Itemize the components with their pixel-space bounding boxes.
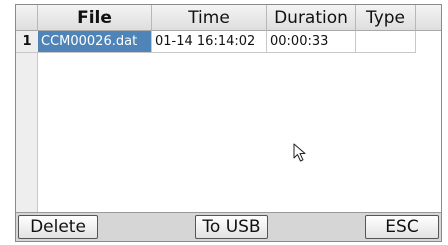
column-header-type[interactable]: Type (356, 5, 416, 31)
cell-duration[interactable]: 00:00:33 (267, 31, 356, 53)
mouse-pointer-icon (293, 143, 306, 162)
file-list-window: File Time Duration Type 1 CCM00026.dat 0… (15, 4, 442, 242)
button-bar: Delete To USB ESC (16, 212, 441, 241)
cell-type[interactable] (356, 31, 416, 53)
to-usb-button[interactable]: To USB (195, 215, 268, 239)
column-header-time[interactable]: Time (152, 5, 267, 31)
cell-time[interactable]: 01-14 16:14:02 (152, 31, 267, 53)
column-header-filler (416, 5, 441, 31)
delete-button[interactable]: Delete (18, 215, 98, 239)
table-row[interactable]: 1 CCM00026.dat 01-14 16:14:02 00:00:33 (16, 31, 441, 53)
file-table: File Time Duration Type 1 CCM00026.dat 0… (16, 5, 441, 212)
column-header-file[interactable]: File (38, 5, 152, 31)
cell-file-name[interactable]: CCM00026.dat (38, 31, 152, 53)
esc-button[interactable]: ESC (365, 215, 439, 239)
column-header-duration[interactable]: Duration (267, 5, 356, 31)
row-number[interactable]: 1 (16, 31, 38, 53)
table-corner-header (16, 5, 38, 31)
